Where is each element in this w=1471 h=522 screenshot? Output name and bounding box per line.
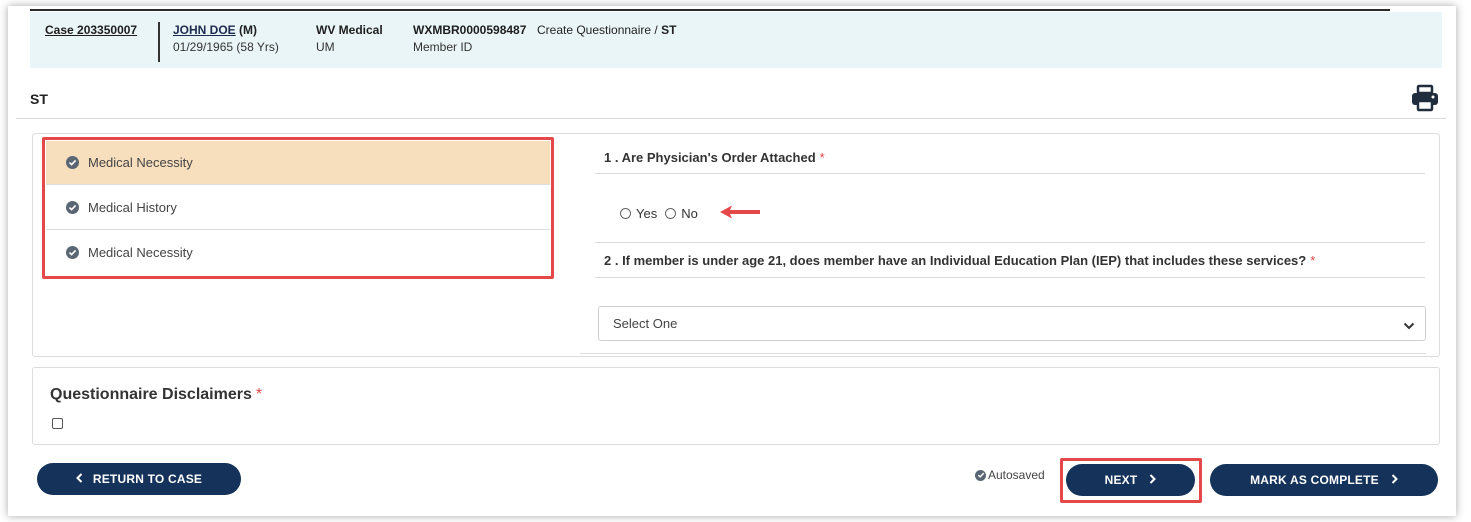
mark-as-complete-button[interactable]: MARK AS COMPLETE bbox=[1210, 464, 1438, 496]
autosaved-status: Autosaved bbox=[975, 468, 1045, 482]
highlight-box-next bbox=[1060, 458, 1202, 503]
case-header-bar: Case 203350007 JOHN DOE (M) 01/29/1965 (… bbox=[30, 12, 1442, 68]
question-2-bottom-divider bbox=[580, 353, 1426, 354]
radio-no-label: No bbox=[681, 206, 698, 221]
case-link[interactable]: Case 203350007 bbox=[45, 22, 137, 39]
question-1-bottom-divider bbox=[595, 242, 1425, 243]
question-2-text: 2 . If member is under age 21, does memb… bbox=[604, 253, 1307, 268]
radio-yes-label: Yes bbox=[636, 206, 658, 221]
autosaved-label: Autosaved bbox=[988, 468, 1045, 482]
question-1-text: 1 . Are Physician's Order Attached bbox=[604, 150, 816, 165]
disclaimers-title: Questionnaire Disclaimers * bbox=[50, 386, 262, 404]
select-value: Select One bbox=[613, 316, 678, 331]
top-border-line bbox=[30, 9, 1390, 11]
question-1-divider bbox=[595, 173, 1425, 174]
breadcrumb: Create Questionnaire / ST bbox=[537, 22, 676, 39]
check-circle-icon bbox=[975, 469, 986, 481]
member-gender: (M) bbox=[239, 23, 258, 37]
highlight-box-sections bbox=[42, 137, 554, 279]
chevron-left-icon bbox=[75, 472, 83, 486]
member-dob: 01/29/1965 (58 Yrs) bbox=[173, 40, 279, 54]
page-title: ST bbox=[30, 91, 48, 107]
plan-name: WV Medical bbox=[316, 23, 383, 37]
required-marker: * bbox=[255, 386, 263, 403]
return-to-case-button[interactable]: RETURN TO CASE bbox=[37, 463, 241, 495]
member-id-label: Member ID bbox=[413, 40, 473, 54]
member-name-link[interactable]: JOHN DOE bbox=[173, 23, 236, 37]
return-to-case-label: RETURN TO CASE bbox=[92, 472, 203, 486]
disclaimers-title-text: Questionnaire Disclaimers bbox=[50, 386, 252, 403]
question-2-label: 2 . If member is under age 21, does memb… bbox=[604, 253, 1315, 268]
chevron-right-icon bbox=[1391, 473, 1398, 487]
radio-no[interactable] bbox=[665, 208, 677, 219]
disclaimers-panel bbox=[32, 367, 1440, 445]
title-divider bbox=[16, 118, 1446, 119]
question-1-options: Yes No bbox=[620, 206, 706, 221]
red-arrow-icon bbox=[718, 204, 762, 225]
breadcrumb-current: ST bbox=[661, 23, 677, 37]
member-id: WXMBR0000598487 bbox=[413, 23, 527, 37]
mark-as-complete-label: MARK AS COMPLETE bbox=[1250, 473, 1379, 487]
question-1-label: 1 . Are Physician's Order Attached * bbox=[604, 150, 825, 165]
required-marker: * bbox=[1310, 253, 1316, 268]
radio-yes[interactable] bbox=[620, 208, 631, 219]
printer-icon[interactable] bbox=[1410, 84, 1440, 112]
iep-select[interactable]: Select One bbox=[598, 306, 1426, 341]
header-separator bbox=[158, 22, 160, 62]
plan-type: UM bbox=[316, 40, 335, 54]
required-marker: * bbox=[819, 150, 825, 165]
question-2-divider bbox=[595, 277, 1425, 278]
breadcrumb-prefix: Create Questionnaire / bbox=[537, 23, 658, 37]
chevron-down-icon bbox=[1403, 319, 1415, 334]
disclaimer-checkbox[interactable] bbox=[52, 418, 63, 429]
